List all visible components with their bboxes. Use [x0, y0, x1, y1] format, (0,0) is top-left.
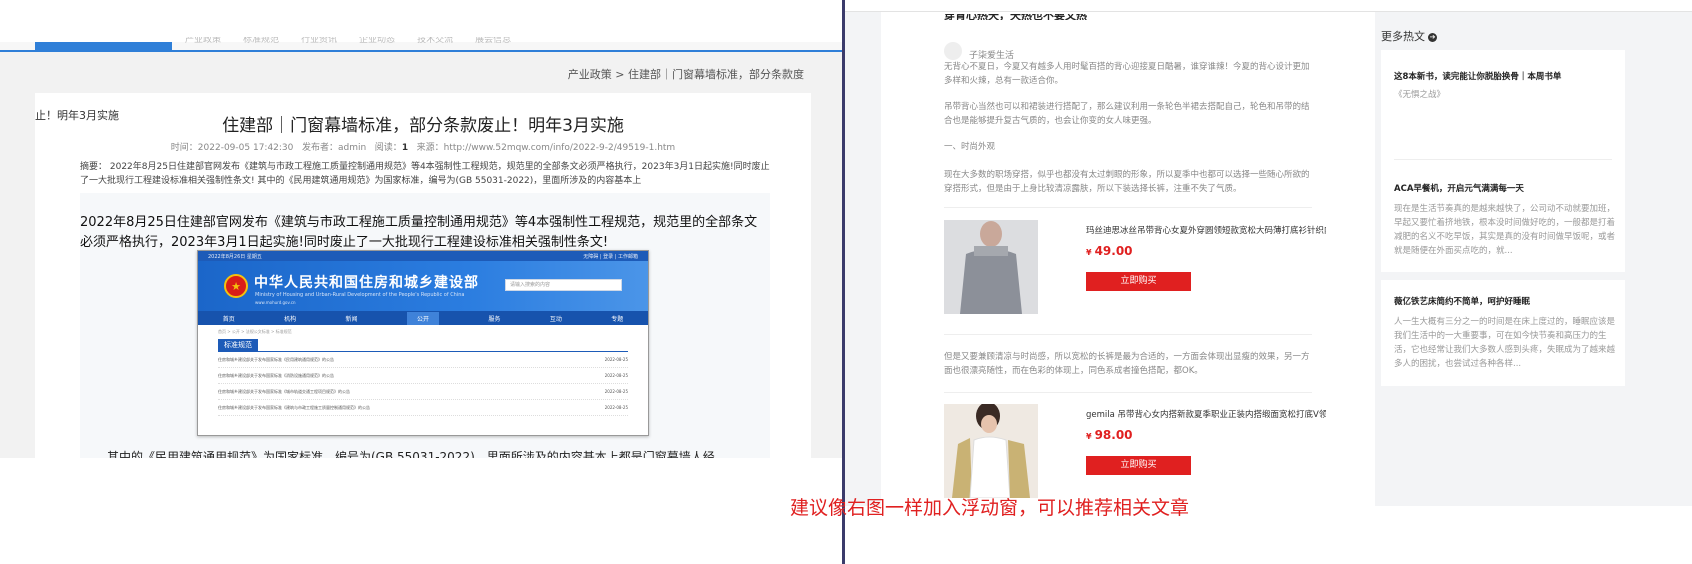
embed-site-domain: www.mohurd.gov.cn: [255, 300, 296, 305]
embed-list-item: 住房和城乡建设部关于发布国家标准《消防设施通用规范》的公告 2022-08-25: [218, 368, 628, 384]
embed-search-input: 请输入搜索的内容: [505, 279, 622, 291]
avatar[interactable]: [944, 42, 962, 60]
meta-reads-label: 阅读：: [374, 143, 402, 153]
embed-nav: 首页 机构 新闻 公开 服务 互动 专题: [198, 311, 648, 325]
embed-nav-item: 首页: [222, 315, 235, 323]
arrow-right-icon[interactable]: ➔: [1428, 32, 1437, 42]
article-paragraph: 现在大多数的职场穿搭，似乎也都没有太过刺眼的形象，所以夏季中也都可以选择一些随心…: [944, 170, 1310, 194]
truncated-title-fragment: 止！明年3月实施: [35, 109, 119, 122]
page-header-area: [0, 0, 842, 42]
article-paragraph: 但是又要兼顾清凉与时尚感，所以宽松的长裤是最为合适的，一方面会体现出显瘦的效果，…: [944, 352, 1310, 376]
embed-breadcrumb: 首页 > 公开 > 法规公文标准 > 标准规范: [218, 329, 292, 334]
currency-symbol: ¥: [1086, 248, 1092, 257]
embed-row-date: 2022-08-25: [604, 373, 628, 378]
article-meta: 时间：2022-09-05 17:42:30 发布者：admin 阅读：1 来源…: [35, 140, 811, 153]
divider: [944, 207, 1312, 208]
meta-time: 时间：2022-09-05 17:42:30: [170, 143, 294, 153]
nav-item[interactable]: 技术交流: [417, 37, 453, 47]
nav-item[interactable]: 行业资讯: [301, 37, 337, 47]
suggestion-caption: 建议像右图一样加入浮动窗，可以推荐相关文章: [790, 497, 1190, 519]
nav-item[interactable]: 展会信息: [475, 37, 511, 47]
embed-site-title: 中华人民共和国住房和城乡建设部: [254, 275, 479, 291]
article-subheading: 一、时尚外观: [944, 142, 996, 152]
product-photo-gray-top: [944, 220, 1038, 314]
embed-nav-item: 互动: [549, 315, 562, 323]
more-hot-articles-heading[interactable]: 更多热文 ➔: [1381, 28, 1437, 44]
reference-article-title: 穿背心热天，天热也不要又热: [944, 14, 1087, 20]
right-screenshot-pane: 穿背心热天，天热也不要又热 子柒爱生活 无背心不夏日，今夏又有越多人用时髦百搭的…: [845, 0, 1692, 506]
embed-nav-item: 专题: [611, 315, 624, 323]
meta-source[interactable]: 来源：http://www.52mqw.com/info/2022-9-2/49…: [417, 143, 676, 153]
embed-nav-item-active: 公开: [406, 311, 439, 325]
hot-heading-label: 更多热文: [1381, 30, 1425, 43]
embedded-screenshot-mohurd: 2022年8月26日 星期五 无障碍 | 登录 | 工作邮箱 ★ 中华人民共和国…: [197, 250, 649, 436]
left-screenshot-pane: 产业政策 标准规范 行业资讯 企业动态 技术交流 展会信息 产业政策 > 住建部…: [0, 0, 842, 458]
divider: [944, 334, 1312, 335]
hot-article-title[interactable]: ACA早餐机，开启元气满满每一天: [1394, 182, 1524, 194]
hot-article-title[interactable]: 薇亿铁艺床简约不简单，呵护好睡眠: [1394, 295, 1530, 307]
meta-publisher: admin: [338, 143, 367, 153]
product-image[interactable]: [944, 402, 1038, 499]
hot-article-card[interactable]: 这8本新书，读完能让你脱胎换骨｜本周书单 《无惧之战》: [1381, 50, 1625, 160]
embed-nav-item: 机构: [284, 315, 297, 323]
nav-item[interactable]: 产业政策: [185, 37, 221, 47]
divider: [944, 392, 1312, 393]
embed-nav-item: 服务: [488, 315, 501, 323]
article-next-paragraph: 其中的《民用建筑通用规范》为国家标准，编号为(GB 55031-2022)，里面…: [107, 450, 715, 458]
product-image[interactable]: [944, 220, 1038, 314]
embed-row-title: 住房和城乡建设部关于发布国家标准《民用建筑通用规范》的公告: [218, 356, 334, 362]
hot-article-card[interactable]: 薇亿铁艺床简约不简单，呵护好睡眠 人一生大概有三分之一的时间是在床上度过的，睡眠…: [1381, 280, 1625, 386]
embed-row-title: 住房和城乡建设部关于发布国家标准《消防设施通用规范》的公告: [218, 372, 334, 378]
hot-article-excerpt: 人一生大概有三分之一的时间是在床上度过的，睡眠应该是我们生活中的一大重要事，可在…: [1394, 317, 1616, 369]
embed-topbar: 2022年8月26日 星期五 无障碍 | 登录 | 工作邮箱: [198, 251, 648, 261]
meta-reads: 1: [401, 143, 409, 153]
buy-now-button[interactable]: 立即购买: [1086, 456, 1191, 475]
article-lead-paragraph: 2022年8月25日住建部官网发布《建筑与市政工程施工质量控制通用规范》等4本强…: [80, 215, 758, 250]
product-name[interactable]: gemila 吊带背心女内搭新款夏季职业正装内搭缎面宽松打底V领...: [1086, 408, 1326, 420]
currency-symbol: ¥: [1086, 432, 1092, 441]
embed-section-label: 标准规范: [218, 339, 258, 351]
hot-article-title[interactable]: 这8本新书，读完能让你脱胎换骨｜本周书单: [1394, 70, 1561, 82]
reference-article-card: 穿背心热天，天热也不要又热 子柒爱生活 无背心不夏日，今夏又有越多人用时髦百搭的…: [881, 12, 1375, 506]
right-top-bar: [845, 0, 1692, 12]
article-card: 住建部｜门窗幕墙标准，部分条款废止！明年3月实施 时间：2022-09-05 1…: [35, 93, 811, 458]
embed-site-subtitle: Ministry of Housing and Urban-Rural Deve…: [255, 292, 465, 298]
product-price: ¥49.00: [1086, 244, 1133, 258]
embed-list-item: 住房和城乡建设部关于发布国家标准《建筑与市政工程施工质量控制通用规范》的公告 2…: [218, 400, 628, 416]
product-name[interactable]: 玛丝迪思冰丝吊带背心女夏外穿圆领短款宽松大码薄打底衫针织内...: [1086, 224, 1326, 236]
embed-list-item: 住房和城乡建设部关于发布国家标准《民用建筑通用规范》的公告 2022-08-25: [218, 352, 628, 368]
embed-row-date: 2022-08-25: [604, 357, 628, 362]
product-price: ¥98.00: [1086, 428, 1133, 442]
embed-row-title: 住房和城乡建设部关于发布国家标准《城市轨道交通工程项目规范》的公告: [218, 388, 350, 394]
hot-article-card[interactable]: ACA早餐机，开启元气满满每一天 现在是生活节奏真的是越来越快了，公司动不动就要…: [1381, 160, 1625, 272]
article-content: 2022年8月25日住建部官网发布《建筑与市政工程施工质量控制通用规范》等4本强…: [80, 193, 770, 458]
product-photo-white-camisole: [944, 402, 1038, 499]
hot-article-excerpt: 《无惧之战》: [1394, 90, 1446, 100]
price-value: 98.00: [1094, 428, 1133, 442]
embed-row-date: 2022-08-25: [604, 405, 628, 410]
nav-items: 产业政策 标准规范 行业资讯 企业动态 技术交流 展会信息: [185, 37, 511, 47]
article-summary: 摘要： 2022年8月25日住建部官网发布《建筑与市政工程施工质量控制通用规范》…: [80, 162, 770, 186]
embed-row-date: 2022-08-25: [604, 389, 628, 394]
embed-row-title: 住房和城乡建设部关于发布国家标准《建筑与市政工程施工质量控制通用规范》的公告: [218, 404, 370, 410]
nav-item[interactable]: 标准规范: [243, 37, 279, 47]
buy-now-button[interactable]: 立即购买: [1086, 272, 1191, 291]
embed-section-header: 标准规范: [218, 339, 628, 352]
article-title: 住建部｜门窗幕墙标准，部分条款废止！明年3月实施: [222, 116, 624, 136]
meta-publisher-label: 发布者：: [301, 143, 338, 153]
nav-item[interactable]: 企业动态: [359, 37, 395, 47]
embed-date: 2022年8月26日 星期五: [208, 253, 262, 260]
price-value: 49.00: [1094, 244, 1133, 258]
article-paragraph: 吊带背心当然也可以和裙装进行搭配了，那么建议利用一条轮色半裙去搭配自己，轮色和吊…: [944, 102, 1310, 126]
article-paragraph: 无背心不夏日，今夏又有越多人用时髦百搭的背心迎接夏日酷暑，谁穿谁辣！今夏的背心设…: [944, 62, 1310, 86]
embed-nav-item: 新闻: [345, 315, 358, 323]
hot-article-excerpt: 现在是生活节奏真的是越来越快了，公司动不动就要加班，早起又要忙着挤地铁，根本没时…: [1394, 204, 1616, 256]
national-emblem-icon: ★: [224, 274, 248, 298]
embed-top-links: 无障碍 | 登录 | 工作邮箱: [583, 253, 638, 260]
breadcrumb[interactable]: 产业政策 > 住建部｜门窗幕墙标准，部分条款度: [568, 66, 804, 82]
embed-list-item: 住房和城乡建设部关于发布国家标准《城市轨道交通工程项目规范》的公告 2022-0…: [218, 384, 628, 400]
nav-active-tab[interactable]: [35, 42, 172, 52]
embed-header: ★ 中华人民共和国住房和城乡建设部 Ministry of Housing an…: [198, 261, 648, 311]
